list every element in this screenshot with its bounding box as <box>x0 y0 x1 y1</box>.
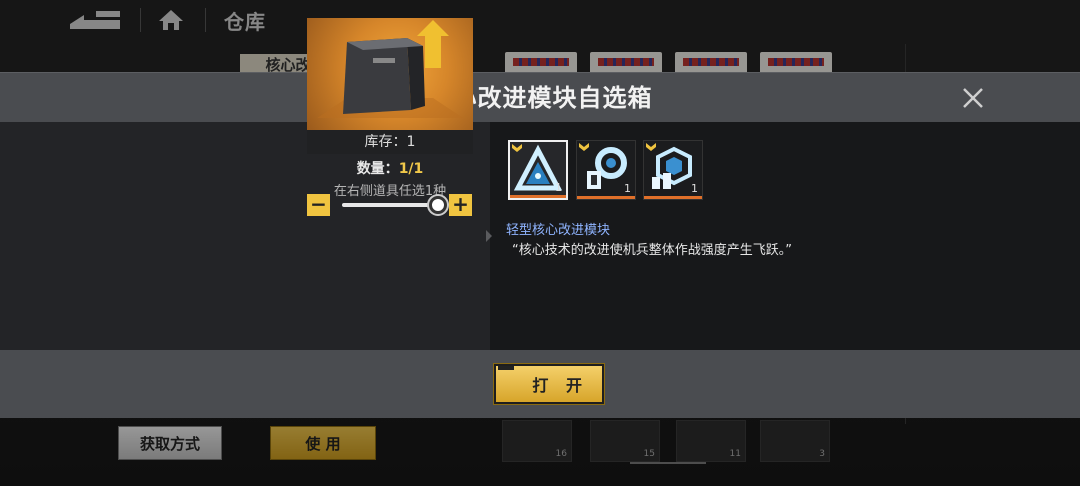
quantity-slider-knob[interactable] <box>429 196 447 214</box>
option-count: 1 <box>555 181 562 194</box>
option-heavy-core-module[interactable]: 1 <box>643 140 703 200</box>
selected-item-description: “核心技术的改进使机兵整体作战强度产生飞跃。” <box>512 243 792 258</box>
selection-box-icon <box>317 20 463 118</box>
rank-chevron-icon <box>512 144 522 152</box>
rarity-bar <box>644 196 702 199</box>
selection-box-image <box>307 18 473 130</box>
option-light-core-module[interactable]: 1 <box>508 140 568 200</box>
option-medium-core-module[interactable]: 1 <box>576 140 636 200</box>
close-icon[interactable] <box>958 83 988 113</box>
modal-header: 核心改进模块自选箱 <box>0 72 1080 122</box>
quantity-slider[interactable] <box>342 203 438 207</box>
rank-chevron-icon <box>579 143 589 151</box>
selected-item-name: 轻型核心改进模块 <box>506 223 611 238</box>
quantity-label: 数量： <box>356 161 399 177</box>
stock-label: 库存：1 <box>307 130 473 154</box>
rarity-bar <box>510 195 566 198</box>
increase-button[interactable]: + <box>449 194 472 216</box>
pane-arrow-icon <box>486 230 492 242</box>
button-corner-tag <box>498 366 514 370</box>
item-detail-pane <box>0 122 490 350</box>
option-count: 1 <box>624 182 631 195</box>
open-button[interactable]: 打 开 <box>493 363 605 405</box>
modal-title: 核心改进模块自选箱 <box>427 84 653 112</box>
open-button-label: 打 开 <box>532 376 588 395</box>
rarity-bar <box>577 196 635 199</box>
rank-chevron-icon <box>646 143 656 151</box>
decrease-button[interactable]: − <box>307 194 330 216</box>
quantity-row: 数量：1/1 <box>307 158 473 178</box>
option-count: 1 <box>691 182 698 195</box>
quantity-value: 1/1 <box>398 161 424 177</box>
